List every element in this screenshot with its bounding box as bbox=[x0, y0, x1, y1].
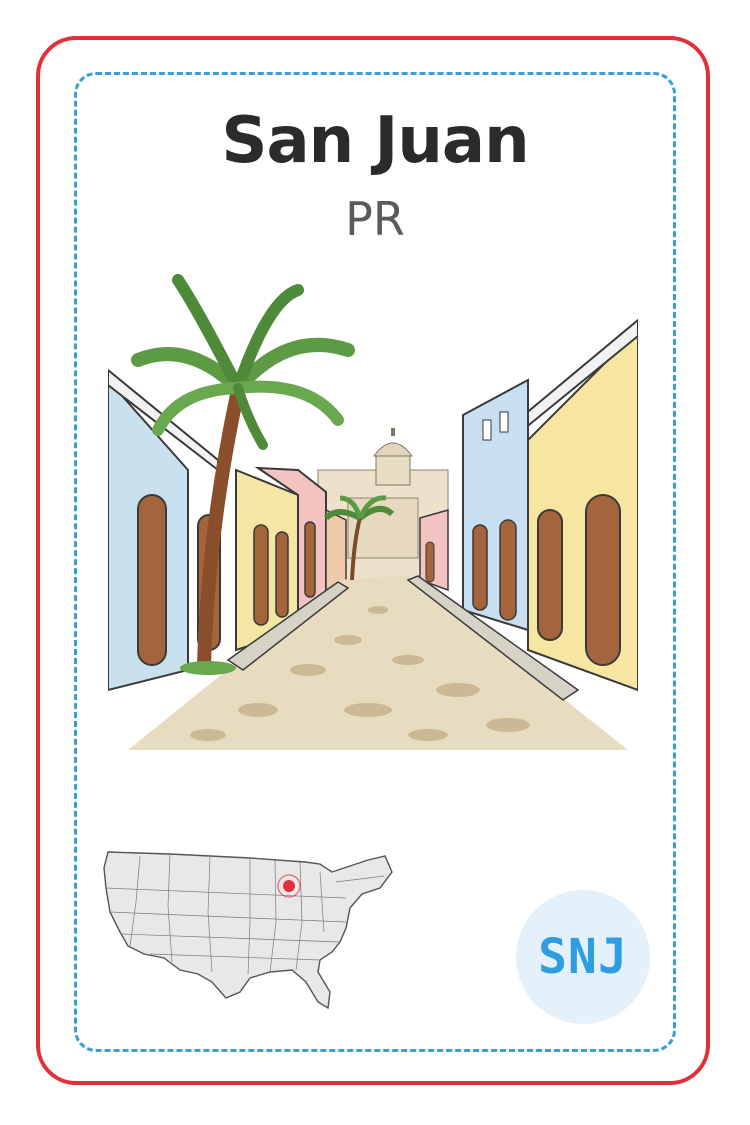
airport-code: SNJ bbox=[538, 929, 628, 985]
city-name: San Juan bbox=[221, 104, 529, 178]
region-code: PR bbox=[345, 192, 405, 246]
street-illustration bbox=[108, 270, 638, 770]
airport-code-badge: SNJ bbox=[516, 890, 650, 1024]
us-map bbox=[103, 851, 393, 1010]
